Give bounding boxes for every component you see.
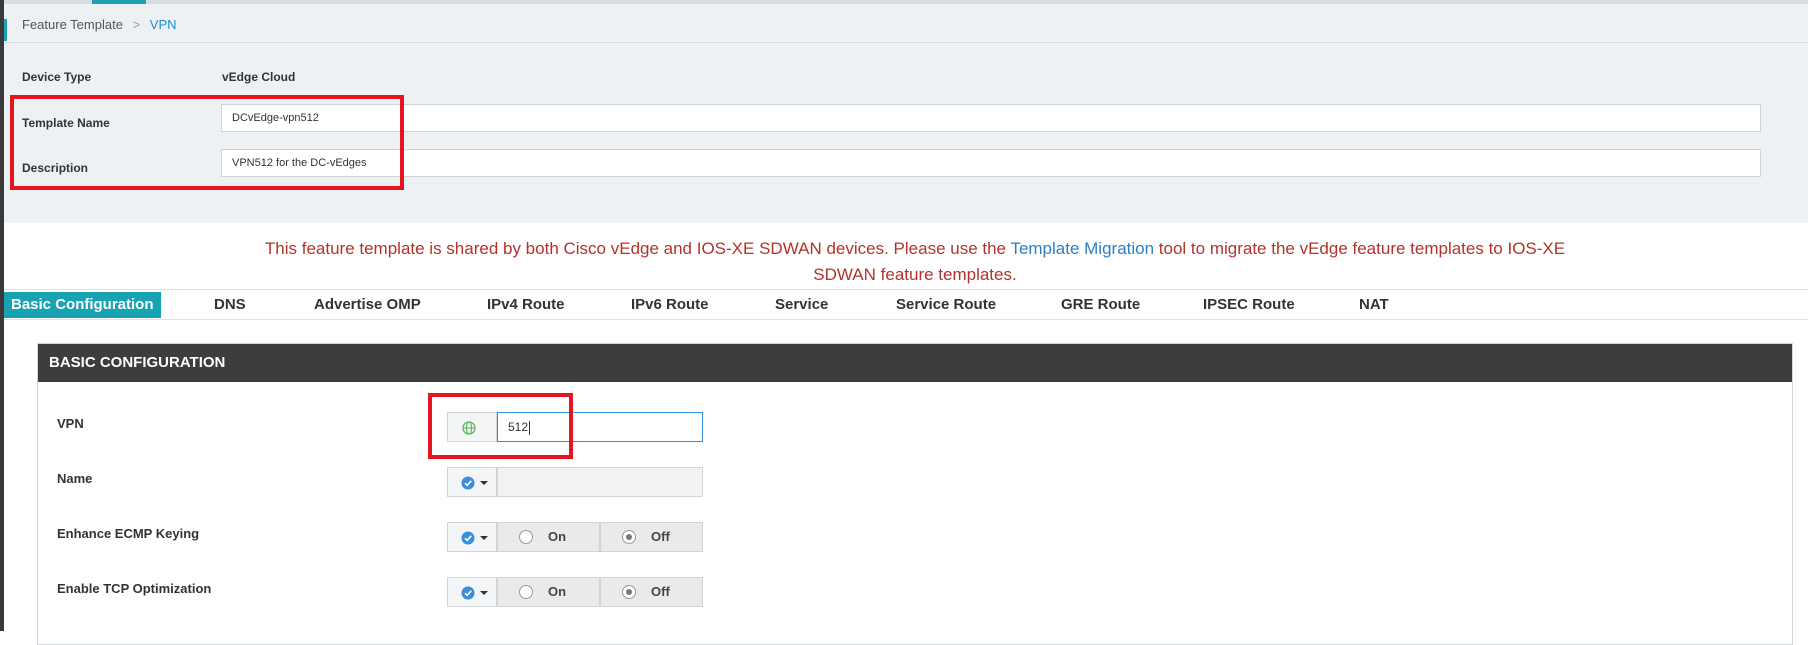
name-input[interactable] <box>497 467 703 497</box>
breadcrumb-divider <box>4 42 1808 43</box>
tcp-scope-selector[interactable] <box>447 577 497 607</box>
tcp-on-option[interactable]: On <box>497 577 600 607</box>
ecmp-off-label: Off <box>651 529 670 544</box>
tab-service-route[interactable]: Service Route <box>896 290 996 319</box>
ecmp-off-option[interactable]: Off <box>600 522 703 552</box>
vpn-label: VPN <box>57 416 84 431</box>
tab-advertise-omp[interactable]: Advertise OMP <box>314 290 421 319</box>
radio-selected-icon <box>622 585 636 599</box>
panel-title[interactable]: BASIC CONFIGURATION <box>38 344 1792 382</box>
tab-service[interactable]: Service <box>775 290 828 319</box>
device-type-label: Device Type <box>22 70 92 84</box>
tab-nat[interactable]: NAT <box>1359 290 1389 319</box>
highlight-box-template-fields <box>10 95 404 190</box>
tab-ipsec-route[interactable]: IPSEC Route <box>1203 290 1295 319</box>
breadcrumb-accent <box>4 19 7 41</box>
tcp-on-label: On <box>548 584 567 599</box>
template-migration-link[interactable]: Template Migration <box>1010 239 1154 258</box>
radio-icon <box>519 530 533 544</box>
check-circle-icon <box>461 586 475 600</box>
ecmp-on-label: On <box>548 529 567 544</box>
tcp-off-option[interactable]: Off <box>600 577 703 607</box>
breadcrumb: Feature Template > VPN <box>22 17 177 32</box>
tab-ipv4-route[interactable]: IPv4 Route <box>487 290 565 319</box>
check-circle-icon <box>461 476 475 490</box>
chevron-down-icon <box>480 481 488 485</box>
name-label: Name <box>57 471 93 486</box>
device-type-value: vEdge Cloud <box>222 70 296 84</box>
warning-text-before: This feature template is shared by both … <box>264 239 1011 258</box>
radio-icon <box>519 585 533 599</box>
ecmp-scope-selector[interactable] <box>447 522 497 552</box>
description-input[interactable] <box>221 149 1761 177</box>
tab-basic-configuration[interactable]: Basic Configuration <box>4 292 161 318</box>
migration-warning: This feature template is shared by both … <box>250 236 1580 288</box>
tab-ipv6-route[interactable]: IPv6 Route <box>631 290 709 319</box>
highlight-box-vpn <box>428 393 573 459</box>
radio-selected-icon <box>622 530 636 544</box>
check-circle-icon <box>461 531 475 545</box>
section-tabs: Basic Configuration DNS Advertise OMP IP… <box>4 289 1808 320</box>
tab-dns[interactable]: DNS <box>214 290 246 319</box>
basic-configuration-panel: BASIC CONFIGURATION <box>37 343 1793 645</box>
tab-gre-route[interactable]: GRE Route <box>1061 290 1140 319</box>
breadcrumb-separator: > <box>132 17 141 32</box>
ecmp-label: Enhance ECMP Keying <box>57 526 200 541</box>
chevron-down-icon <box>480 536 488 540</box>
breadcrumb-current: VPN <box>149 17 177 32</box>
template-name-input[interactable] <box>221 104 1761 132</box>
tcp-label: Enable TCP Optimization <box>57 581 212 596</box>
chevron-down-icon <box>480 591 488 595</box>
name-scope-selector[interactable] <box>447 467 497 497</box>
ecmp-on-option[interactable]: On <box>497 522 600 552</box>
breadcrumb-feature-template-link[interactable]: Feature Template <box>22 17 123 32</box>
tcp-off-label: Off <box>651 584 670 599</box>
